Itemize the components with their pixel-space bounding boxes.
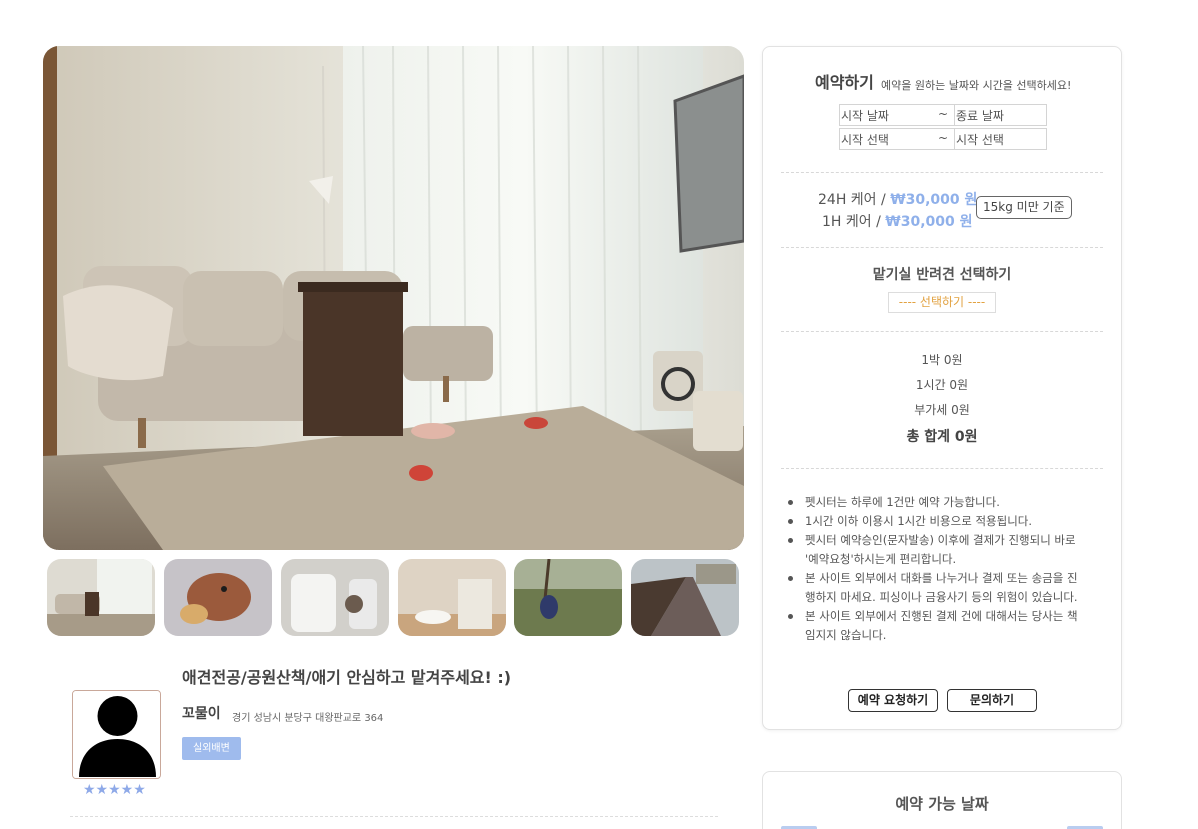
price-1h-label: 1H 케어 / [822,214,881,230]
living-room-photo [43,46,744,550]
section-divider [781,247,1103,248]
price-24h-label: 24H 케어 / [818,192,886,208]
reservation-request-button[interactable]: 예약 요청하기 [848,689,938,712]
thumbnail-boardwalk-path[interactable] [631,559,739,636]
date-separator [954,105,955,125]
section-divider [781,172,1103,173]
price-24h: 24H 케어 / ₩30,000 원 [818,189,977,209]
booking-notices: 펫시터는 하루에 1건만 예약 가능합니다. 1시간 이하 이용시 1시간 비용… [787,493,1087,645]
feature-tag: 실외배변 [182,737,241,760]
booking-title: 예약하기 [815,73,874,92]
booking-subtitle: 예약을 원하는 날짜와 시간을 선택하세요! [881,79,1072,92]
notice-item: 본 사이트 외부에서 진행된 결제 건에 대해서는 당사는 책임지지 않습니다. [787,607,1087,645]
avatar [72,690,161,779]
time-separator [954,129,955,149]
notice-item: 1시간 이하 이용시 1시간 비용으로 적용됩니다. [787,512,1087,531]
start-date-input[interactable]: 시작 날짜 [841,107,889,124]
end-time-select[interactable]: 시작 선택 [956,131,1004,148]
start-time-select[interactable]: 시작 선택 [841,131,889,148]
price-1h-value: ₩30,000 원 [885,214,973,230]
availability-title: 예약 가능 날짜 [895,795,989,813]
main-photo[interactable] [43,46,744,550]
sitter-name: 꼬물이 [182,706,221,722]
thumbnail-pet-dryer[interactable] [281,559,389,636]
thumbnail-food-bowls[interactable] [398,559,506,636]
thumbnail-living-room[interactable] [47,559,155,636]
thumbnail-dog-walk-grass[interactable] [514,559,622,636]
notice-item: 본 사이트 외부에서 대화를 나누거나 결제 또는 송금을 진행하지 마세요. … [787,569,1087,607]
thumbnail-strip [47,559,739,636]
weight-note-badge: 15kg 미만 기준 [976,196,1072,219]
user-silhouette-icon [73,691,160,778]
price-24h-value: ₩30,000 원 [890,192,978,208]
total-cost: 총 합계 0원 [906,429,978,445]
inquiry-button[interactable]: 문의하기 [947,689,1037,712]
rating-stars: ★★★★★ [83,782,146,798]
notice-item: 펫시터 예약승인(문자발송) 이후에 결제가 진행되니 바로 '예약요청'하시는… [787,531,1087,569]
range-tilde: ~ [938,107,949,121]
profile-divider [70,816,718,817]
range-tilde: ~ [938,131,949,145]
vat-cost: 부가세 0원 [914,403,970,417]
time-range-row: 시작 선택 ~ 시작 선택 [839,128,1047,150]
per-hour-cost: 1시간 0원 [915,378,969,392]
page: 애견전공/공원산책/애기 안심하고 맡겨주세요! :) ★★★★★ 꼬물이 경기… [0,0,1198,829]
section-divider [781,331,1103,332]
availability-panel: 예약 가능 날짜 [762,771,1122,829]
pet-select-title: 맡기실 반려견 선택하기 [872,267,1012,283]
booking-panel: 예약하기 예약을 원하는 날짜와 시간을 선택하세요! 시작 날짜 ~ 종료 날… [762,46,1122,730]
section-divider [781,468,1103,469]
sitter-address: 경기 성남시 분당구 대왕판교로 364 [232,713,384,724]
end-date-input[interactable]: 종료 날짜 [956,107,1004,124]
notice-item: 펫시터는 하루에 1건만 예약 가능합니다. [787,493,1087,512]
date-range-row: 시작 날짜 ~ 종료 날짜 [839,104,1047,126]
listing-title: 애견전공/공원산책/애기 안심하고 맡겨주세요! :) [182,668,512,687]
per-night-cost: 1박 0원 [921,353,963,367]
pet-select-dropdown[interactable]: ---- 선택하기 ---- [888,292,996,313]
thumbnail-poodle-lying[interactable] [164,559,272,636]
price-1h: 1H 케어 / ₩30,000 원 [822,211,973,231]
